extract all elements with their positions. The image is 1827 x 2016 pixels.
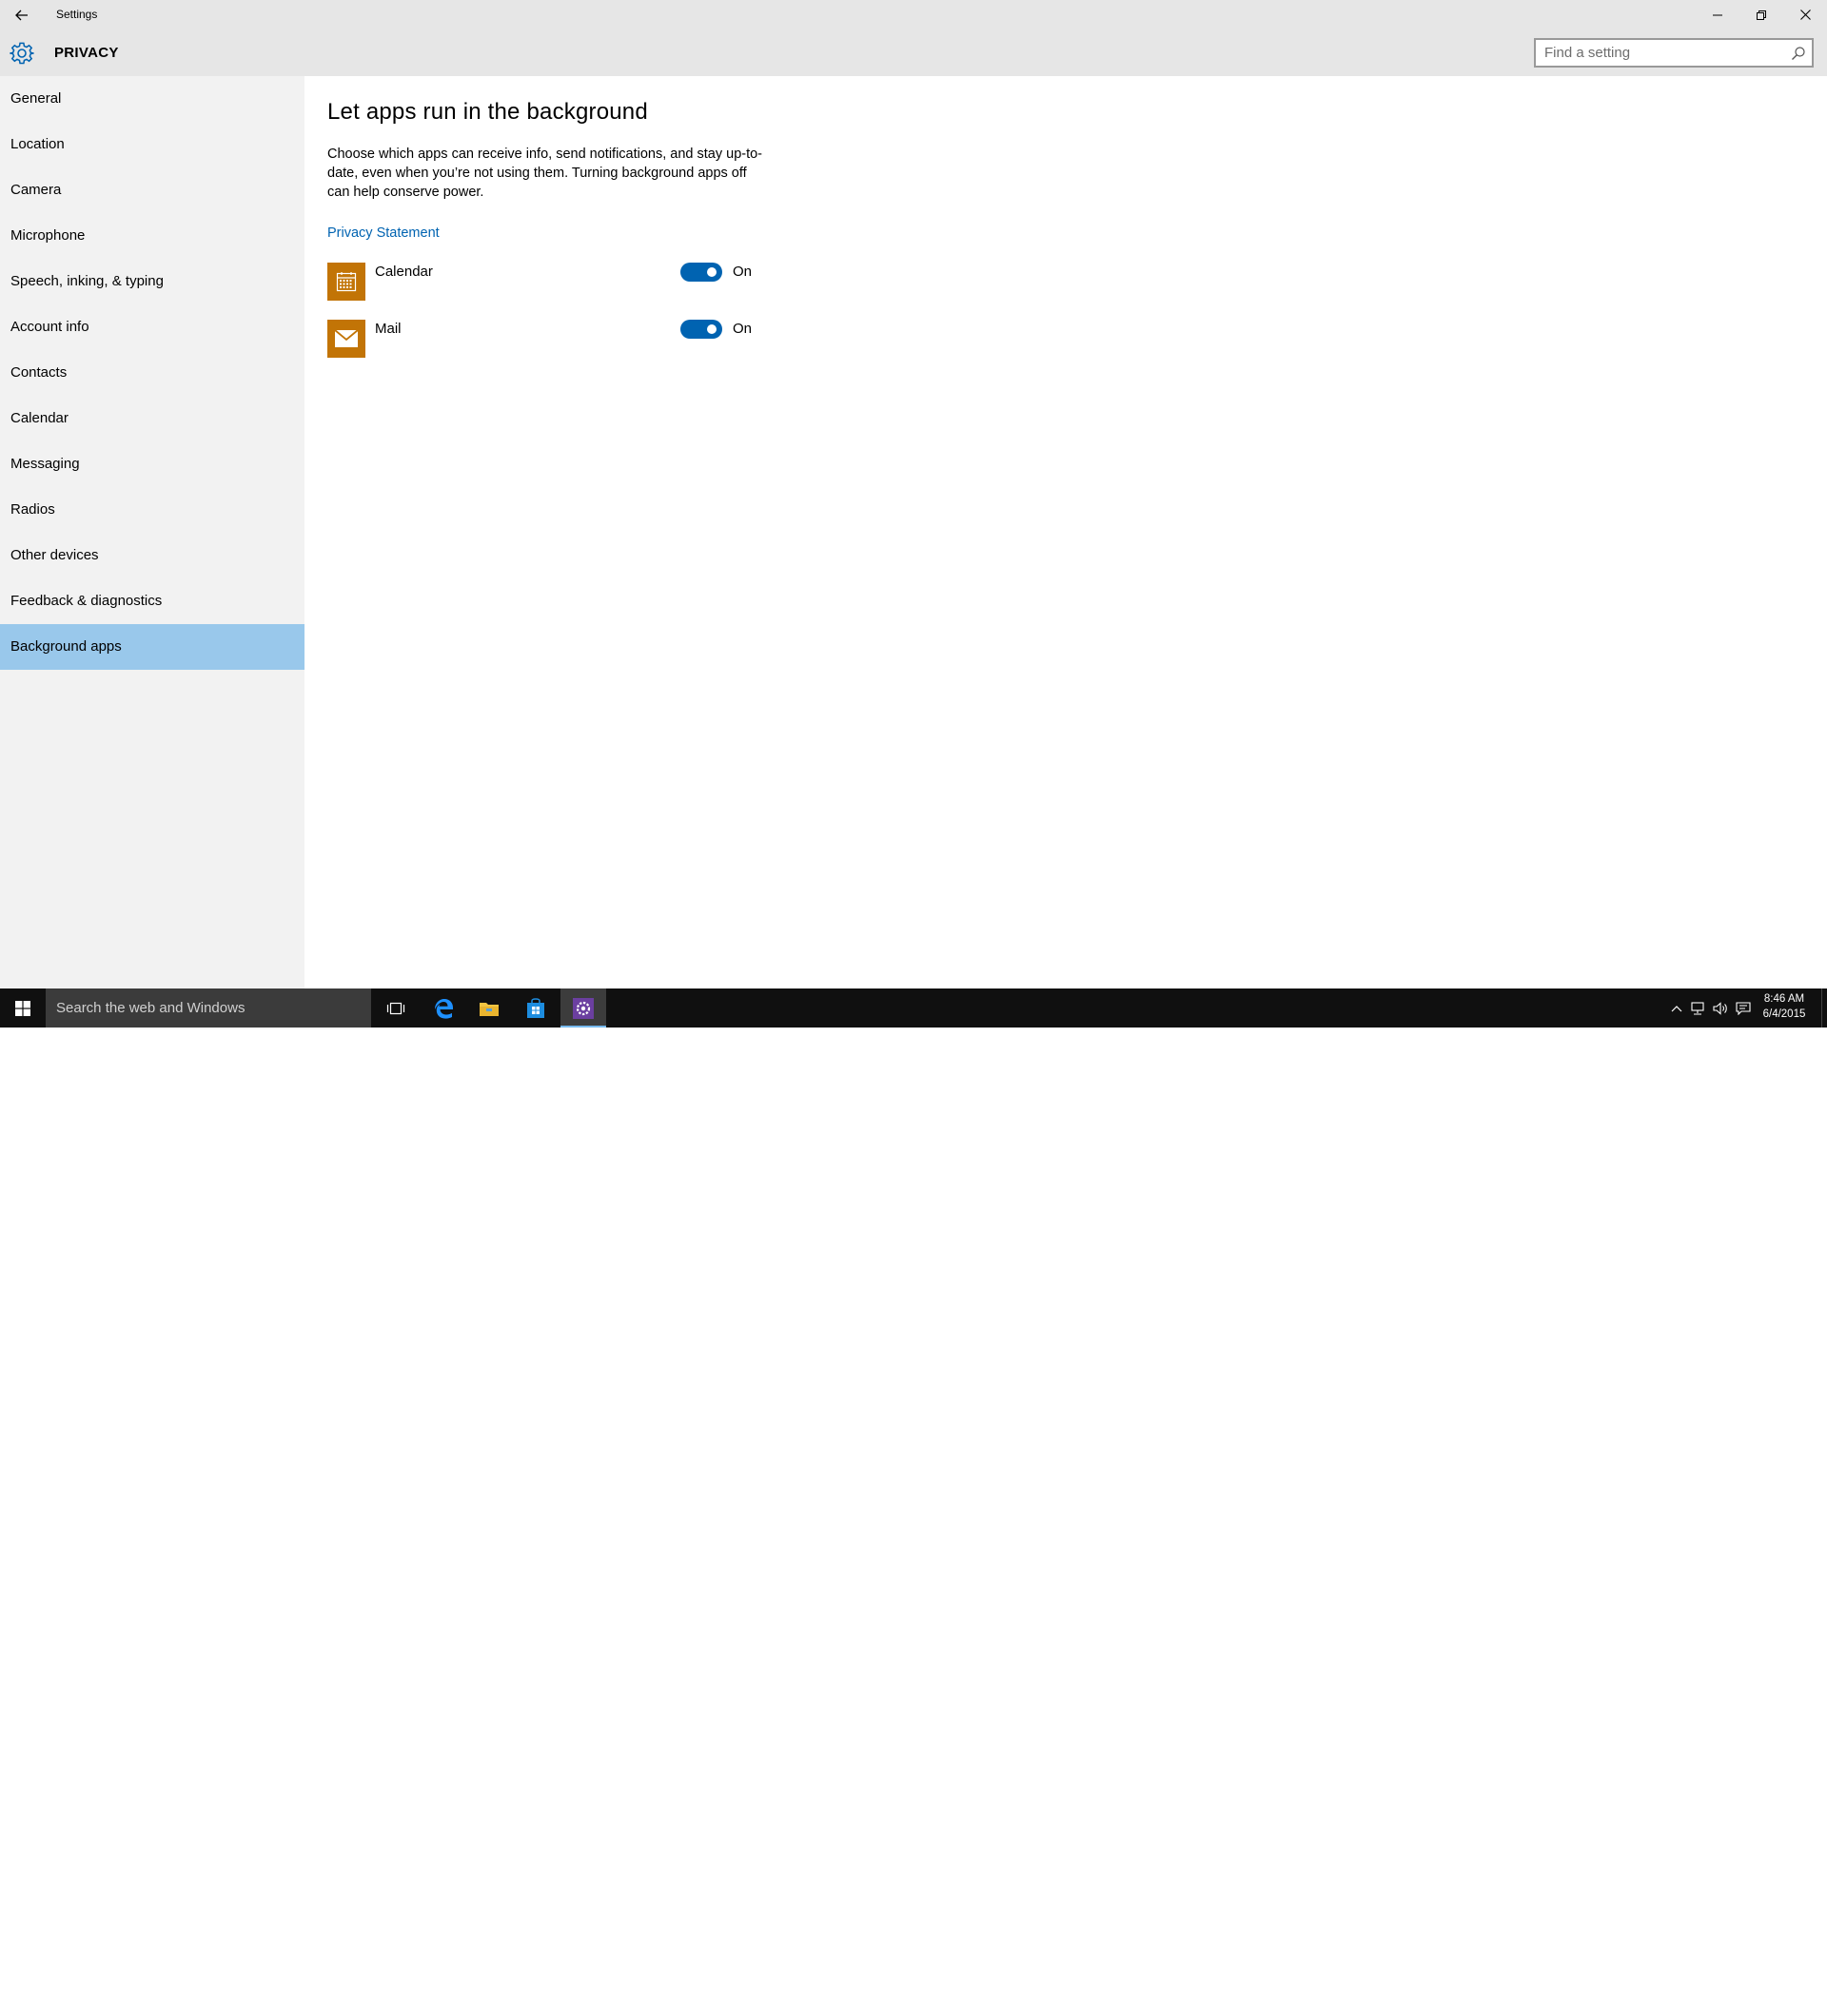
task-view-icon — [386, 1002, 405, 1014]
watermark: The Collection Book — [1590, 1977, 1809, 2016]
app-tile-mail — [327, 320, 365, 358]
minimize-button[interactable] — [1696, 0, 1739, 29]
show-desktop-button[interactable] — [1821, 988, 1827, 1028]
settings-taskbar-button[interactable] — [560, 988, 606, 1028]
page-title: Let apps run in the background — [327, 99, 648, 125]
volume-button[interactable] — [1709, 988, 1732, 1028]
window-title: Settings — [56, 8, 98, 21]
restore-icon — [1757, 10, 1766, 20]
windows-logo-icon — [15, 1000, 30, 1016]
calendar-icon — [336, 272, 357, 292]
app-name-calendar: Calendar — [375, 264, 433, 280]
store-icon — [527, 997, 544, 1018]
settings-search-box[interactable] — [1534, 38, 1814, 68]
sidebar-item-other-devices[interactable]: Other devices — [0, 533, 304, 578]
app-row-calendar: Calendar On — [327, 263, 756, 301]
action-center-button[interactable] — [1732, 988, 1755, 1028]
taskbar-search-box[interactable] — [46, 988, 371, 1028]
sidebar-item-speech-inking-typing[interactable]: Speech, inking, & typing — [0, 259, 304, 304]
show-hidden-icons-button[interactable] — [1665, 988, 1688, 1028]
close-button[interactable] — [1783, 0, 1827, 29]
chevron-up-icon — [1671, 1005, 1682, 1011]
book-logo-icon — [1591, 1983, 1637, 2016]
toggle-state-label: On — [733, 321, 753, 337]
store-button[interactable] — [513, 988, 559, 1028]
task-view-button[interactable] — [373, 988, 419, 1028]
title-bar: Settings — [0, 0, 1827, 29]
app-name-mail: Mail — [375, 321, 402, 337]
sidebar-item-calendar[interactable]: Calendar — [0, 396, 304, 441]
mail-background-toggle[interactable] — [680, 320, 722, 339]
sidebar-item-background-apps[interactable]: Background apps — [0, 624, 304, 670]
privacy-nav: General Location Camera Microphone Speec… — [0, 76, 304, 988]
app-row-mail: Mail On — [327, 320, 756, 358]
clock-date: 6/4/2015 — [1762, 1008, 1806, 1020]
action-center-icon — [1736, 1001, 1751, 1015]
back-button[interactable] — [0, 0, 44, 29]
main-content: Let apps run in the background Choose wh… — [304, 76, 1827, 988]
network-button[interactable] — [1686, 988, 1709, 1028]
taskbar-clock[interactable]: 8:46 AM 6/4/2015 — [1758, 991, 1811, 1022]
gear-icon — [10, 42, 34, 65]
section-title: PRIVACY — [54, 45, 119, 61]
settings-search-input[interactable] — [1536, 40, 1782, 66]
sidebar-item-general[interactable]: General — [0, 76, 304, 122]
app-tile-calendar — [327, 263, 365, 301]
file-explorer-icon — [480, 1002, 499, 1016]
toggle-knob — [707, 267, 717, 277]
start-button[interactable] — [0, 988, 46, 1028]
close-icon — [1799, 10, 1811, 20]
sidebar-item-radios[interactable]: Radios — [0, 487, 304, 533]
mail-icon — [334, 329, 359, 347]
calendar-background-toggle[interactable] — [680, 263, 722, 282]
back-arrow-icon — [15, 10, 28, 20]
sidebar-item-microphone[interactable]: Microphone — [0, 213, 304, 259]
sidebar-item-messaging[interactable]: Messaging — [0, 441, 304, 487]
page-description: Choose which apps can receive info, send… — [327, 147, 763, 200]
sidebar-item-camera[interactable]: Camera — [0, 167, 304, 213]
settings-icon — [573, 997, 594, 1019]
sidebar-item-account-info[interactable]: Account info — [0, 304, 304, 350]
volume-icon — [1713, 1001, 1727, 1015]
file-explorer-button[interactable] — [466, 988, 512, 1028]
clock-time: 8:46 AM — [1763, 993, 1805, 1005]
search-icon[interactable] — [1791, 46, 1806, 61]
taskbar-search-input[interactable] — [46, 988, 371, 1028]
taskbar: The Collection Book 8:46 AM 6/4/2015 — [0, 988, 1827, 2016]
edge-button[interactable] — [421, 988, 466, 1028]
restore-button[interactable] — [1739, 0, 1783, 29]
edge-icon — [435, 998, 453, 1019]
privacy-statement-link[interactable]: Privacy Statement — [327, 225, 440, 241]
sidebar-item-contacts[interactable]: Contacts — [0, 350, 304, 396]
toggle-knob — [707, 324, 717, 334]
minimize-icon — [1713, 14, 1722, 15]
sidebar-item-location[interactable]: Location — [0, 122, 304, 167]
toggle-state-label: On — [733, 264, 753, 280]
network-icon — [1691, 1001, 1704, 1015]
sidebar-item-feedback-diagnostics[interactable]: Feedback & diagnostics — [0, 578, 304, 624]
watermark-text: The Collection Book — [1647, 1981, 1807, 2002]
